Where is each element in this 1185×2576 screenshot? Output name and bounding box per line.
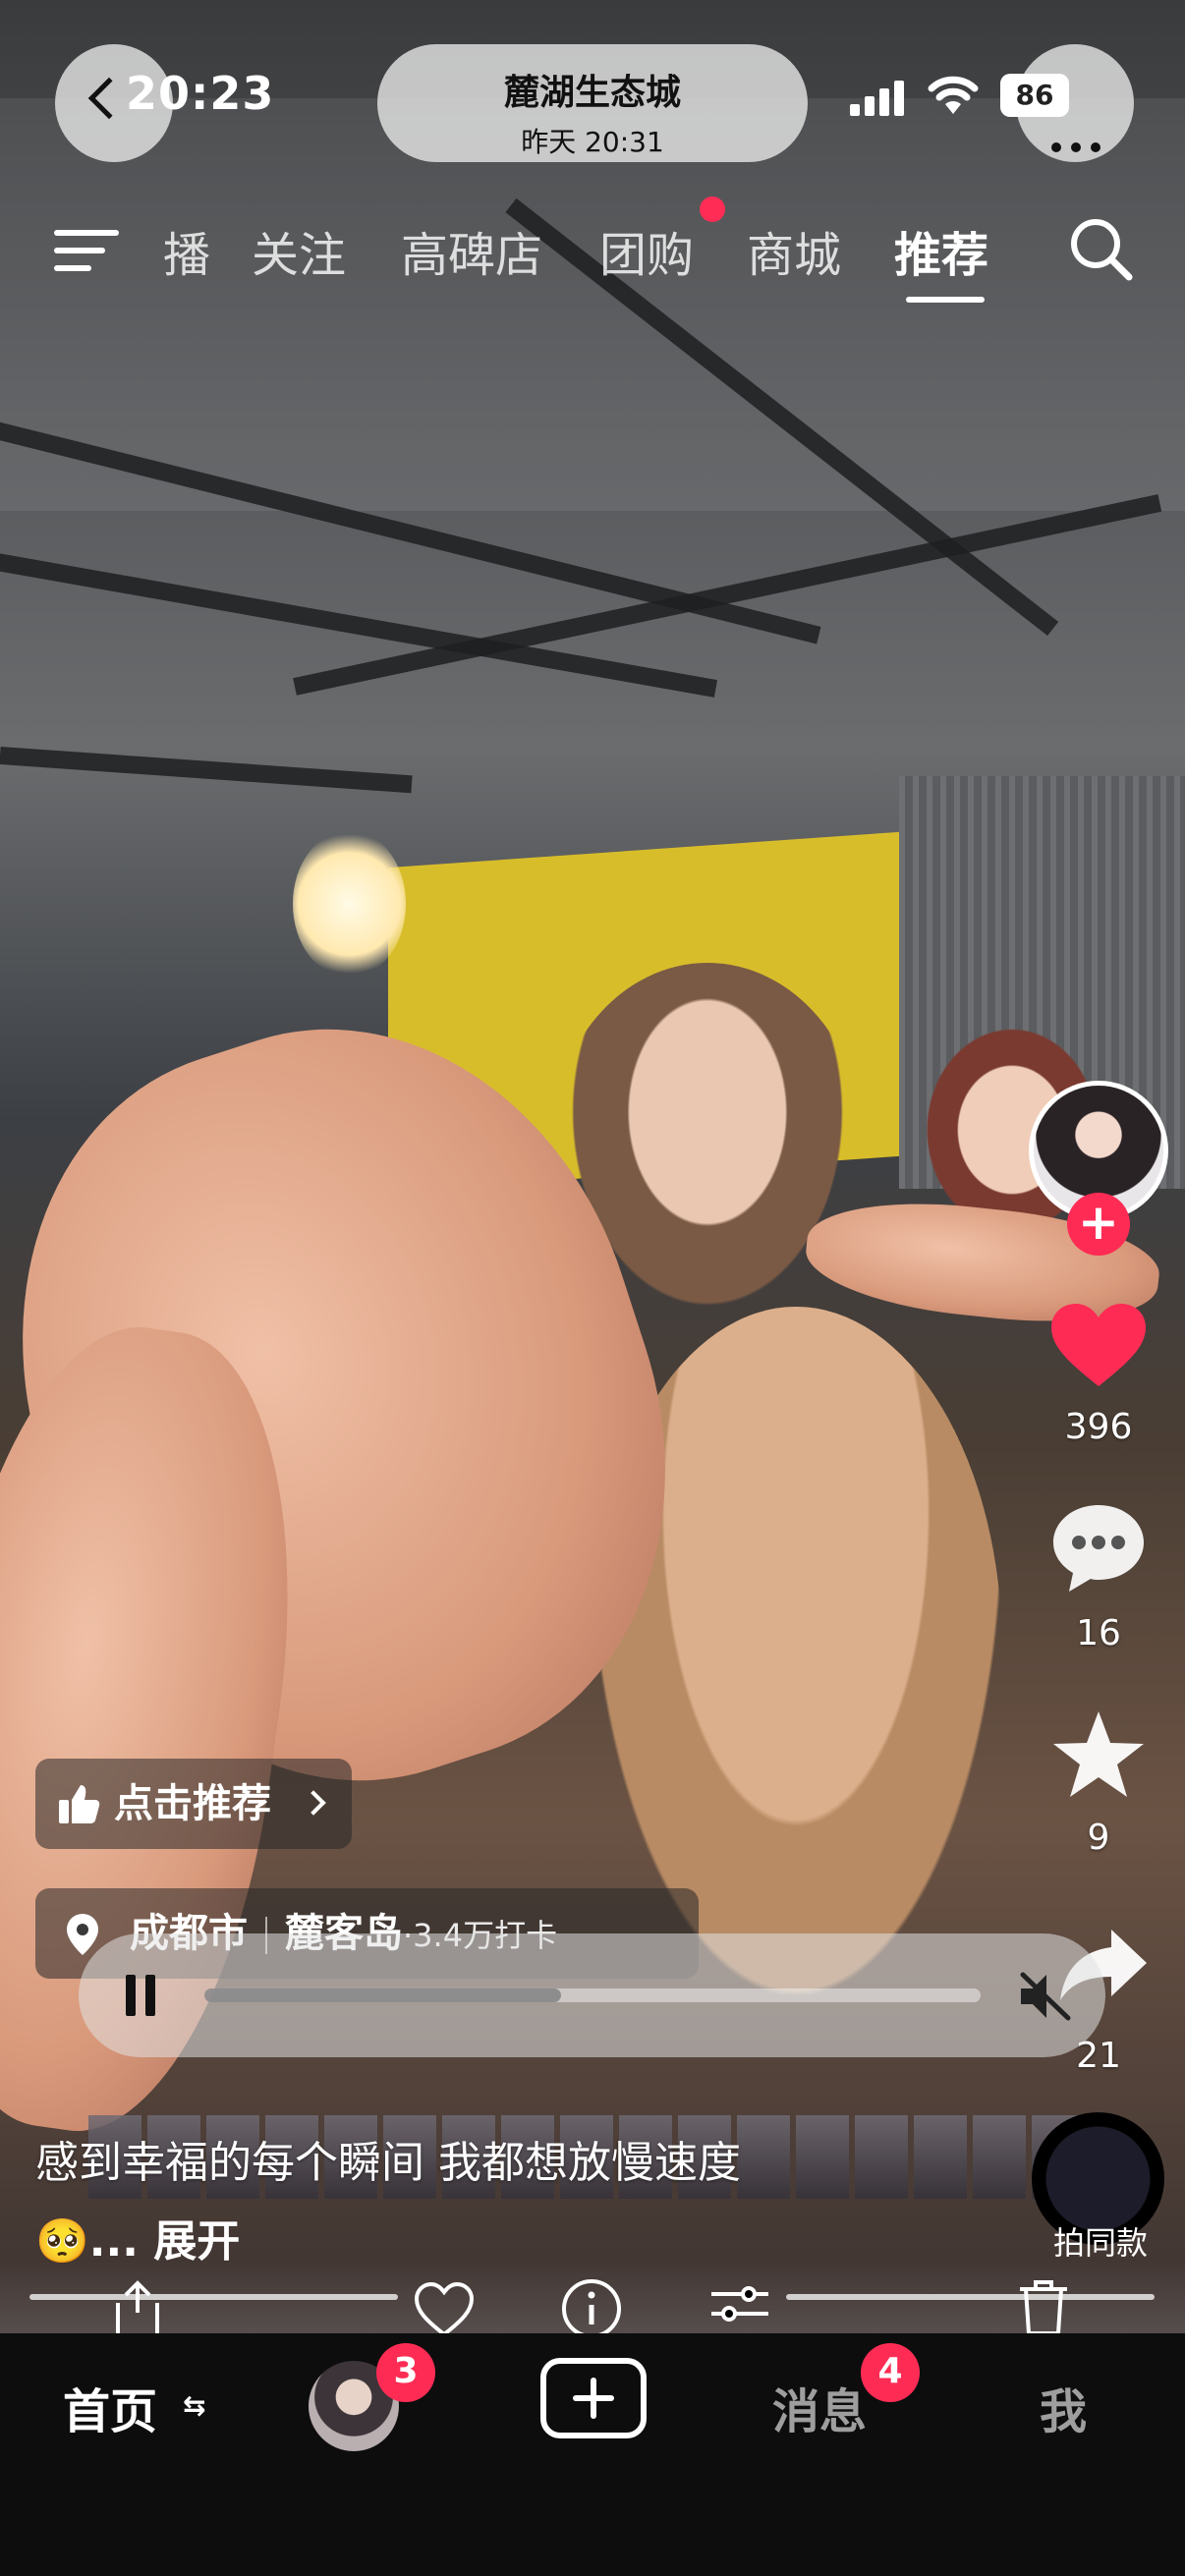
thumbnail: [855, 2115, 908, 2199]
same-style-label[interactable]: 拍同款: [1022, 2218, 1179, 2264]
heart-icon[interactable]: [1049, 1302, 1148, 1390]
heart-outline-icon[interactable]: [413, 2281, 476, 2335]
thumbnail: [796, 2115, 849, 2199]
toolbar-divider: [786, 2294, 1155, 2300]
status-time: 20:23: [126, 67, 275, 120]
location-header-subtitle: 昨天 20:31: [521, 126, 664, 158]
tab-home[interactable]: 首页: [63, 2373, 157, 2441]
messages-badge: 4: [861, 2343, 920, 2402]
thumbs-up-icon: [59, 1785, 100, 1823]
share-upload-icon[interactable]: [110, 2279, 165, 2333]
tab-live[interactable]: 播: [163, 216, 210, 285]
tab-me[interactable]: 我: [1040, 2373, 1087, 2441]
favorite-count: 9: [1087, 1818, 1110, 1858]
location-header-title: 麓湖生态城: [503, 73, 681, 113]
thumbnail: [914, 2115, 967, 2199]
switch-arrows-icon: ⇆: [183, 2389, 206, 2422]
chevron-left-icon: [87, 77, 131, 120]
playback-bar[interactable]: [79, 1933, 1105, 2057]
tab-following[interactable]: 关注: [252, 216, 346, 285]
wifi-icon: [928, 76, 979, 114]
pause-icon[interactable]: [122, 1975, 161, 2016]
mute-icon[interactable]: [1017, 1971, 1072, 2022]
location-header[interactable]: 麓湖生态城 昨天 20:31: [377, 44, 808, 162]
location-pin-icon: [67, 1914, 98, 1955]
chevron-right-icon: [301, 1790, 326, 1816]
menu-icon[interactable]: [54, 226, 119, 275]
tab-local[interactable]: 高碑店: [401, 216, 542, 285]
battery-indicator: 86: [1000, 74, 1069, 117]
lamp: [293, 830, 406, 978]
thumbnail: [973, 2115, 1026, 2199]
recommend-button[interactable]: 点击推荐: [35, 1759, 352, 1849]
ceiling-beam: [0, 747, 413, 794]
recommend-label: 点击推荐: [114, 1781, 271, 1826]
create-button[interactable]: [540, 2358, 647, 2438]
tab-messages[interactable]: 消息: [772, 2373, 867, 2441]
trash-icon[interactable]: [1016, 2277, 1071, 2333]
progress-fill: [204, 1988, 562, 2002]
active-tab-indicator: [906, 297, 985, 303]
info-icon[interactable]: [560, 2277, 623, 2336]
video-caption: 感到幸福的每个瞬间 我都想放慢速度: [35, 2138, 741, 2188]
like-count: 396: [1064, 1407, 1133, 1447]
thumbnail: [737, 2115, 790, 2199]
signal-icon: [850, 77, 905, 116]
search-icon[interactable]: [1066, 214, 1135, 283]
tab-mall[interactable]: 商城: [747, 216, 841, 285]
tab-group-buy[interactable]: 团购: [599, 216, 694, 285]
ceiling-beam: [293, 494, 1162, 696]
comment-icon[interactable]: [1049, 1501, 1148, 1595]
tab-recommend[interactable]: 推荐: [894, 216, 988, 285]
notification-dot: [700, 196, 725, 222]
top-nav: 播 关注 高碑店 团购 商城 推荐: [0, 206, 1185, 305]
progress-track[interactable]: [204, 1988, 981, 2002]
star-icon[interactable]: [1049, 1708, 1148, 1801]
toolbar-divider: [29, 2294, 398, 2300]
comment-count: 16: [1076, 1613, 1121, 1653]
adjust-icon[interactable]: [709, 2284, 770, 2333]
follow-button[interactable]: +: [1067, 1193, 1130, 1256]
friends-badge: 3: [376, 2343, 435, 2402]
